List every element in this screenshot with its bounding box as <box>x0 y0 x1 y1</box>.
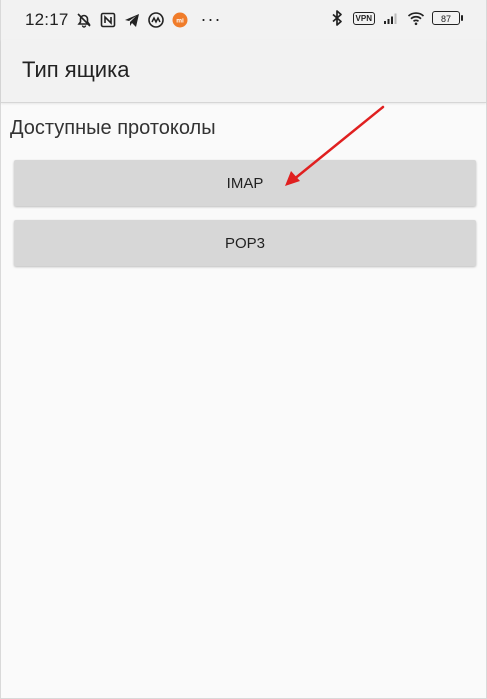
imap-button[interactable]: IMAP <box>14 160 476 206</box>
battery-icon: 87 <box>432 11 463 25</box>
status-bar: 12:17 mi ··· VPN 87 <box>1 0 486 40</box>
status-right: VPN 87 <box>328 9 463 27</box>
more-dots-icon: ··· <box>200 9 222 29</box>
section-label: Доступные протоколы <box>10 117 216 139</box>
vpn-icon: VPN <box>352 11 375 25</box>
app-icon <box>147 11 165 29</box>
mi-icon: mi <box>171 11 189 29</box>
pop3-button[interactable]: POP3 <box>14 220 476 266</box>
signal-icon <box>382 9 400 27</box>
annotation-arrow <box>285 105 385 186</box>
status-left: 12:17 mi ··· <box>25 9 222 30</box>
mi-label: mi <box>176 17 184 24</box>
telegram-icon <box>123 11 141 29</box>
phone-screen: 12:17 mi ··· VPN 87 Тип ящика Доступные … <box>0 0 487 699</box>
wifi-icon <box>407 9 425 27</box>
page-title: Тип ящика <box>22 57 130 82</box>
nfc-icon <box>99 11 117 29</box>
mute-bell-icon <box>75 11 93 29</box>
status-time: 12:17 <box>25 9 69 29</box>
app-bar: Тип ящика <box>1 40 486 103</box>
bluetooth-icon <box>328 9 346 27</box>
